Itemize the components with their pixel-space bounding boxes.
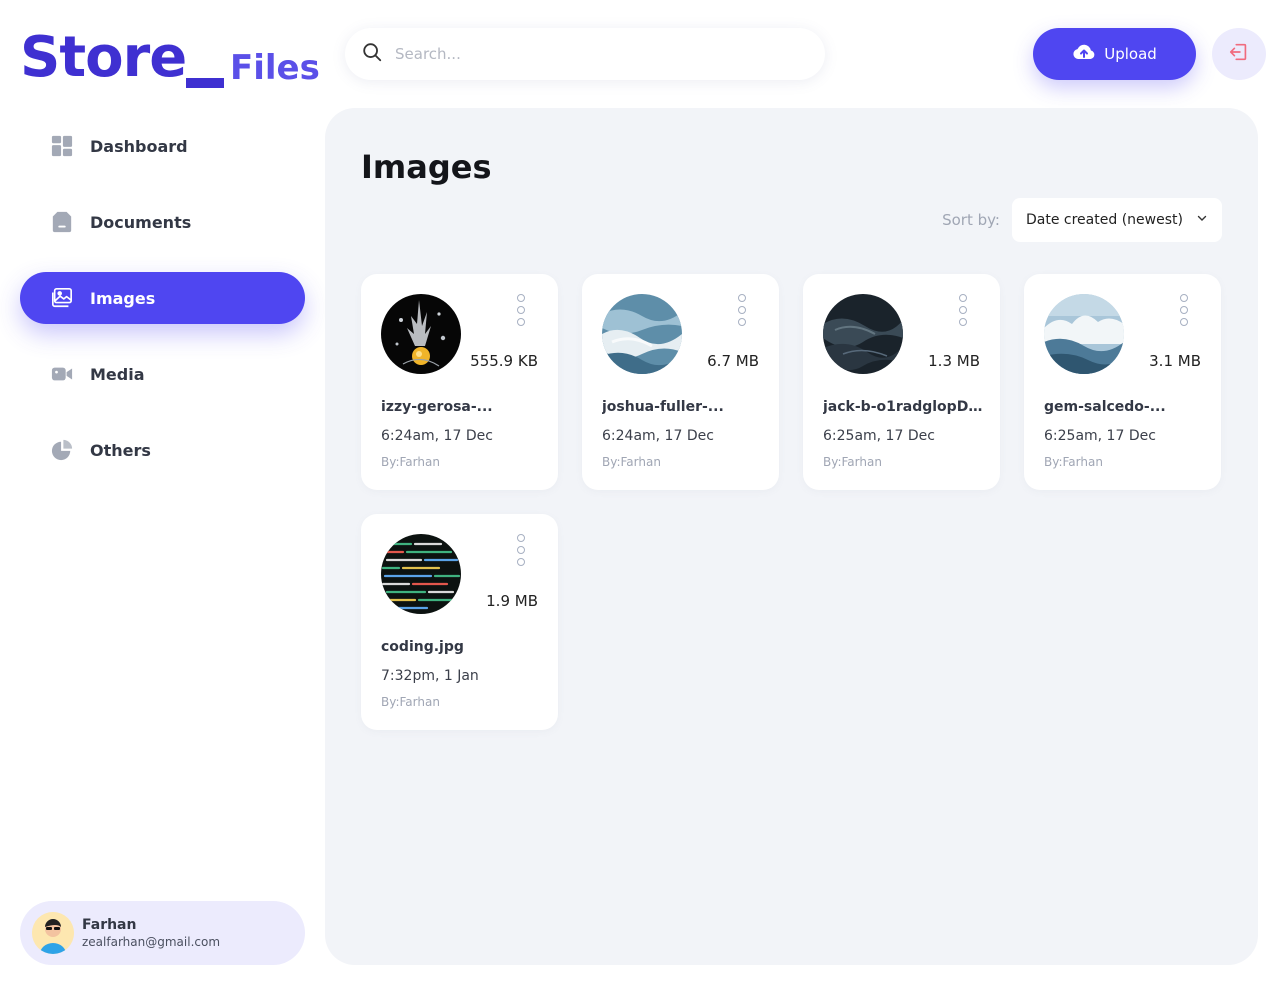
logo-underscore (186, 78, 224, 88)
file-owner: By:Farhan (823, 455, 882, 469)
user-name: Farhan (82, 917, 137, 933)
file-size: 1.3 MB (928, 352, 980, 370)
page-title: Images (361, 148, 492, 186)
cloud-upload-icon (1072, 42, 1096, 66)
sidebar-item-images[interactable]: Images (20, 272, 305, 324)
sort-dropdown[interactable]: Date created (newest) (1012, 198, 1222, 242)
image-icon (50, 286, 74, 310)
search-bar (345, 28, 825, 80)
file-name: izzy-gerosa-... (381, 399, 493, 415)
sidebar-nav: Dashboard Documents Images Media Others (20, 120, 305, 500)
sidebar-item-documents[interactable]: Documents (20, 196, 305, 248)
more-options-icon[interactable] (1174, 294, 1194, 326)
file-date: 6:24am, 17 Dec (602, 428, 714, 444)
app-logo[interactable]: Store Files (20, 26, 320, 96)
user-email: zealfarhan@gmail.com (82, 935, 221, 949)
file-date: 6:24am, 17 Dec (381, 428, 493, 444)
file-owner: By:Farhan (602, 455, 661, 469)
file-card[interactable]: 555.9 KB izzy-gerosa-... 6:24am, 17 Dec … (361, 274, 558, 490)
user-profile[interactable]: Farhan zealfarhan@gmail.com (20, 901, 305, 965)
sidebar-item-label: Dashboard (90, 136, 188, 156)
avatar (32, 912, 74, 954)
file-card[interactable]: 1.3 MB jack-b-o1radglopDA... 6:25am, 17 … (803, 274, 1000, 490)
user-info: Farhan zealfarhan@gmail.com (82, 917, 220, 949)
file-card[interactable]: 3.1 MB gem-salcedo-... 6:25am, 17 Dec By… (1024, 274, 1221, 490)
sidebar-item-others[interactable]: Others (20, 424, 305, 476)
file-date: 6:25am, 17 Dec (1044, 428, 1156, 444)
sidebar-item-label: Documents (90, 212, 192, 232)
logo-files-text: Files (230, 48, 320, 88)
file-thumbnail (823, 294, 903, 374)
file-name: joshua-fuller-... (602, 399, 724, 415)
more-options-icon[interactable] (732, 294, 752, 326)
file-size: 555.9 KB (470, 352, 538, 370)
file-name: gem-salcedo-... (1044, 399, 1166, 415)
file-card[interactable]: 6.7 MB joshua-fuller-... 6:24am, 17 Dec … (582, 274, 779, 490)
sidebar-item-label: Media (90, 364, 145, 384)
file-card[interactable]: 1.9 MB coding.jpg 7:32pm, 1 Jan By:Farha… (361, 514, 558, 730)
pie-chart-icon (50, 438, 74, 462)
file-size: 3.1 MB (1149, 352, 1201, 370)
search-input[interactable] (395, 45, 795, 63)
sort-control: Sort by: Date created (newest) (942, 198, 1222, 242)
file-thumbnail (381, 534, 461, 614)
more-options-icon[interactable] (511, 294, 531, 326)
file-date: 6:25am, 17 Dec (823, 428, 935, 444)
logout-icon (1228, 41, 1250, 67)
dashboard-icon (50, 134, 74, 158)
file-grid: 555.9 KB izzy-gerosa-... 6:24am, 17 Dec … (361, 274, 1223, 730)
file-owner: By:Farhan (381, 695, 440, 709)
more-options-icon[interactable] (511, 534, 531, 566)
sort-value: Date created (newest) (1026, 212, 1183, 228)
file-thumbnail (602, 294, 682, 374)
file-date: 7:32pm, 1 Jan (381, 668, 479, 684)
logo-store-text: Store (20, 25, 187, 90)
main-panel: Images Sort by: Date created (newest) 55… (325, 108, 1258, 965)
file-thumbnail (381, 294, 461, 374)
logout-button[interactable] (1212, 28, 1266, 80)
file-thumbnail (1044, 294, 1124, 374)
file-name: jack-b-o1radglopDA... (823, 399, 983, 415)
document-icon (50, 210, 74, 234)
chevron-down-icon (1196, 212, 1208, 228)
more-options-icon[interactable] (953, 294, 973, 326)
sidebar-item-media[interactable]: Media (20, 348, 305, 400)
sidebar-item-dashboard[interactable]: Dashboard (20, 120, 305, 172)
file-size: 6.7 MB (707, 352, 759, 370)
file-owner: By:Farhan (1044, 455, 1103, 469)
upload-button[interactable]: Upload (1033, 28, 1196, 80)
search-icon (361, 41, 383, 67)
sidebar-item-label: Others (90, 440, 151, 460)
video-icon (50, 362, 74, 386)
file-size: 1.9 MB (486, 592, 538, 610)
sort-label: Sort by: (942, 211, 1000, 229)
sidebar-item-label: Images (90, 288, 156, 308)
file-name: coding.jpg (381, 639, 464, 655)
upload-label: Upload (1104, 45, 1157, 63)
file-owner: By:Farhan (381, 455, 440, 469)
